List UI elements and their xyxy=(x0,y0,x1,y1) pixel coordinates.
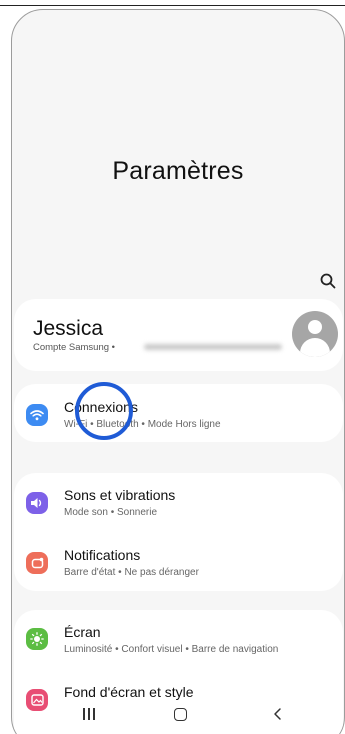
highlight-circle xyxy=(75,382,133,440)
redacted-email xyxy=(144,344,282,350)
notifications-subtitle: Barre d'état • Ne pas déranger xyxy=(64,567,199,578)
user-avatar-icon[interactable] xyxy=(292,311,338,357)
search-icon[interactable] xyxy=(319,272,337,290)
recent-apps-icon[interactable] xyxy=(82,708,96,720)
profile-card[interactable]: Jessica Compte Samsung • xyxy=(14,299,343,371)
back-icon[interactable] xyxy=(272,706,284,722)
navigation-bar xyxy=(0,695,345,734)
sound-notifications-card: Sons et vibrations Mode son • Sonnerie N… xyxy=(14,473,343,591)
connections-card: Connexions Wi-Fi • Bluetooth • Mode Hors… xyxy=(14,384,343,442)
notifications-title: Notifications xyxy=(64,547,141,563)
screen-subtitle: Luminosité • Confort visuel • Barre de n… xyxy=(64,644,279,655)
settings-item-connections[interactable]: Connexions Wi-Fi • Bluetooth • Mode Hors… xyxy=(14,388,343,438)
page-title: Paramètres xyxy=(112,157,244,185)
phone-frame: Paramètres Jessica Compte Samsung • Conn… xyxy=(11,9,345,734)
profile-subtitle: Compte Samsung • xyxy=(33,342,116,353)
sounds-subtitle: Mode son • Sonnerie xyxy=(64,507,158,518)
screen-title: Écran xyxy=(64,624,101,640)
sounds-title: Sons et vibrations xyxy=(64,487,176,503)
wifi-icon xyxy=(26,404,48,426)
top-border xyxy=(0,5,345,6)
brightness-icon xyxy=(26,628,48,650)
settings-item-sounds[interactable]: Sons et vibrations Mode son • Sonnerie xyxy=(14,475,343,525)
home-icon[interactable] xyxy=(174,708,187,721)
profile-name: Jessica xyxy=(33,317,104,340)
volume-icon xyxy=(26,492,48,514)
bell-icon xyxy=(26,552,48,574)
settings-item-notifications[interactable]: Notifications Barre d'état • Ne pas déra… xyxy=(14,536,343,586)
settings-item-screen[interactable]: Écran Luminosité • Confort visuel • Barr… xyxy=(14,612,343,662)
